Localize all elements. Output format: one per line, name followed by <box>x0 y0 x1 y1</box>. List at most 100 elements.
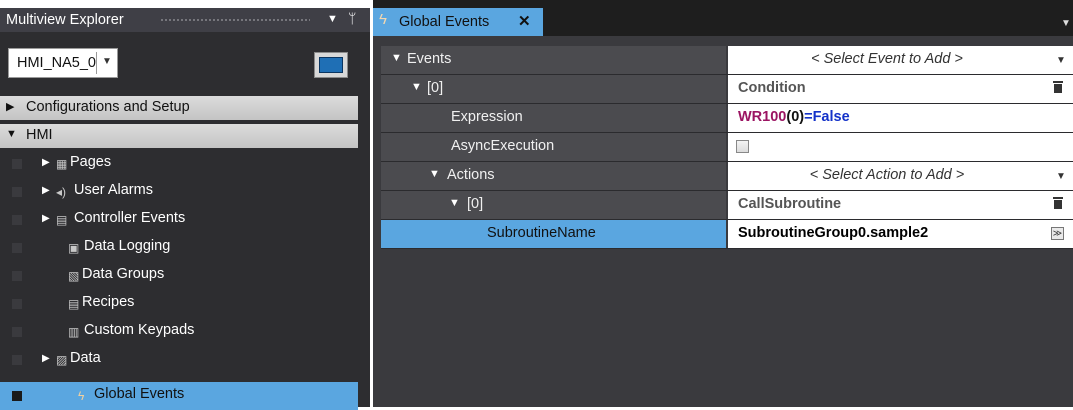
close-icon[interactable]: ✕ <box>518 12 531 30</box>
tree-marker <box>12 187 22 197</box>
panel-title: Multiview Explorer <box>6 12 124 28</box>
trash-icon[interactable] <box>1053 197 1063 209</box>
tab-label: Global Events <box>399 14 490 30</box>
data-logging-icon: ▣ <box>68 241 80 255</box>
grid-row-events[interactable]: ▼ Events < Select Event to Add > ▼ <box>381 46 1073 75</box>
top-strip <box>0 0 1073 8</box>
grid-row-async-execution[interactable]: AsyncExecution <box>381 133 1073 162</box>
expr-literal: False <box>812 109 850 125</box>
tree-item-data-logging[interactable]: ▣ Data Logging <box>0 234 358 262</box>
expand-arrow-icon[interactable]: ▶ <box>6 100 14 113</box>
tree-item-label: Global Events <box>94 386 185 402</box>
row-label: Expression <box>451 109 523 125</box>
expand-arrow-icon[interactable]: ▶ <box>42 213 50 224</box>
row-name-cell: AsyncExecution <box>381 133 726 161</box>
row-name-cell: ▼ [0] <box>381 191 726 219</box>
data-icon: ▨ <box>56 353 68 367</box>
tree-item-label: Data <box>70 350 101 366</box>
lightning-icon: ϟ <box>379 11 387 28</box>
controller-events-icon: ▤ <box>56 213 68 227</box>
document-tab-bar: ϟ Global Events ✕ ▼ <box>373 8 1073 36</box>
device-name: HMI_NA5_0 <box>17 55 96 71</box>
grid-row-subroutine-name[interactable]: SubroutineName SubroutineGroup0.sample2 … <box>381 220 1073 249</box>
select-event-dropdown[interactable]: < Select Event to Add > ▼ <box>728 46 1073 74</box>
tree-item-data-groups[interactable]: ▧ Data Groups <box>0 262 358 290</box>
collapse-arrow-icon[interactable]: ▼ <box>429 168 440 180</box>
tree-item-label: Pages <box>70 154 112 170</box>
chevron-down-icon[interactable]: ▼ <box>102 56 112 67</box>
browse-icon[interactable]: ≫ <box>1051 227 1064 240</box>
row-label: SubroutineName <box>487 225 596 241</box>
keypad-icon: ▥ <box>68 325 80 339</box>
row-name-cell: ▼ [0] <box>381 75 726 103</box>
tree-item-label: Data Groups <box>82 266 165 282</box>
tree-marker <box>12 355 22 365</box>
async-execution-checkbox[interactable] <box>736 140 749 153</box>
expand-arrow-icon[interactable]: ▶ <box>42 353 50 364</box>
subroutine-name-field[interactable]: SubroutineGroup0.sample2 ≫ <box>728 220 1073 248</box>
action-type-value: CallSubroutine <box>738 196 842 212</box>
tree-item-label: User Alarms <box>74 182 153 198</box>
tree-item-user-alarms[interactable]: ▶ ◂) User Alarms <box>0 178 358 206</box>
tree-item-recipes[interactable]: ▤ Recipes <box>0 290 358 318</box>
expand-arrow-icon[interactable]: ▶ <box>42 185 50 196</box>
recipes-icon: ▤ <box>68 297 80 311</box>
tab-global-events[interactable]: ϟ Global Events ✕ <box>373 8 543 36</box>
tree-item-data[interactable]: ▶ ▨ Data <box>0 346 358 374</box>
tree-marker <box>12 271 22 281</box>
section-label: Configurations and Setup <box>26 99 190 115</box>
tab-overflow-chevron-icon[interactable]: ▼ <box>1061 18 1071 29</box>
tree-item-global-events[interactable]: ϟ Global Events <box>0 382 358 410</box>
row-label: [0] <box>467 196 484 212</box>
row-name-cell: ▼ Actions <box>381 162 726 190</box>
select-action-dropdown[interactable]: < Select Action to Add > ▼ <box>728 162 1073 190</box>
collapse-arrow-icon[interactable]: ▼ <box>6 128 17 140</box>
subroutine-name-value: SubroutineGroup0.sample2 <box>738 225 929 241</box>
pin-icon[interactable]: ᛘ <box>348 10 356 26</box>
row-label: Actions <box>447 167 495 183</box>
row-name-cell: Expression <box>381 104 726 132</box>
tree-marker <box>12 327 22 337</box>
expand-arrow-icon[interactable]: ▶ <box>42 157 50 168</box>
collapse-arrow-icon[interactable]: ▼ <box>411 81 422 93</box>
chevron-down-icon[interactable]: ▼ <box>1056 55 1066 66</box>
expression-value: WR100(0)=False <box>738 109 850 125</box>
collapse-arrow-icon[interactable]: ▼ <box>391 52 402 64</box>
tree-item-label: Recipes <box>82 294 135 310</box>
tree-marker <box>12 215 22 225</box>
dropdown-placeholder: < Select Action to Add > <box>809 167 965 183</box>
grid-row-event-0[interactable]: ▼ [0] Condition <box>381 75 1073 104</box>
multiview-explorer-panel: Multiview Explorer ▼ ᛘ HMI_NA5_0 ▼ ▶ Con… <box>0 8 370 410</box>
section-hmi[interactable]: ▼ HMI <box>0 124 358 148</box>
async-value-cell <box>728 133 1073 161</box>
expr-index: (0) <box>786 109 805 125</box>
tree-marker <box>12 391 22 401</box>
expression-field[interactable]: WR100(0)=False <box>728 104 1073 132</box>
tree-item-label: Controller Events <box>74 210 186 226</box>
panel-title-bar: Multiview Explorer ▼ ᛘ <box>0 8 370 32</box>
trash-icon[interactable] <box>1053 81 1063 93</box>
grid-row-expression[interactable]: Expression WR100(0)=False <box>381 104 1073 133</box>
pages-icon: ▦ <box>56 157 68 171</box>
tree-item-custom-keypads[interactable]: ▥ Custom Keypads <box>0 318 358 346</box>
device-selector[interactable]: HMI_NA5_0 ▼ <box>8 48 118 78</box>
section-configurations-and-setup[interactable]: ▶ Configurations and Setup <box>0 96 358 120</box>
hmi-screen <box>319 57 343 73</box>
title-grip-dots <box>160 18 310 23</box>
row-label: [0] <box>427 80 444 96</box>
event-type-value: Condition <box>738 80 806 96</box>
collapse-arrow-icon[interactable]: ▼ <box>449 197 460 209</box>
hmi-device-icon[interactable] <box>314 52 348 78</box>
chevron-down-icon[interactable]: ▼ <box>327 13 338 25</box>
lightning-icon: ϟ <box>78 389 85 403</box>
tree-item-controller-events[interactable]: ▶ ▤ Controller Events <box>0 206 358 234</box>
chevron-down-icon[interactable]: ▼ <box>1056 171 1066 182</box>
grid-row-action-0[interactable]: ▼ [0] CallSubroutine <box>381 191 1073 220</box>
row-name-cell: ▼ Events <box>381 46 726 74</box>
tree-item-pages[interactable]: ▶ ▦ Pages <box>0 150 358 178</box>
tree-item-label: Data Logging <box>84 238 171 254</box>
tree-marker <box>12 299 22 309</box>
grid-row-actions[interactable]: ▼ Actions < Select Action to Add > ▼ <box>381 162 1073 191</box>
event-type-cell: Condition <box>728 75 1073 103</box>
dropdown-placeholder: < Select Event to Add > <box>811 51 963 67</box>
